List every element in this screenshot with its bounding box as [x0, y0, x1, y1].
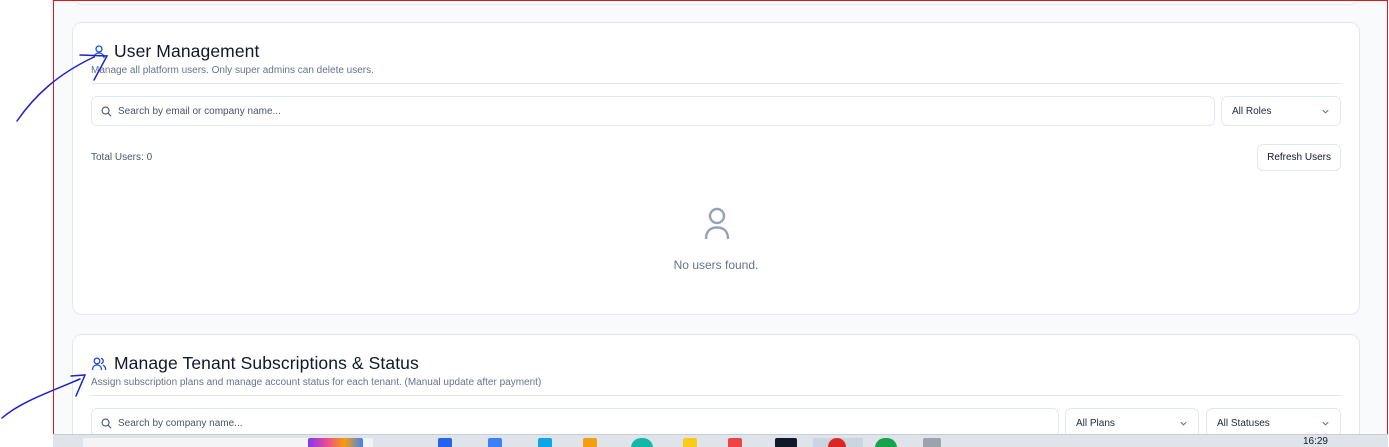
plan-filter-value: All Plans — [1076, 417, 1115, 429]
empty-state-message: No users found. — [673, 258, 759, 272]
company-search-placeholder: Search by company name... — [118, 417, 243, 429]
user-management-card: User Management Manage all platform user… — [72, 22, 1360, 315]
taskbar-app-icon[interactable] — [923, 438, 941, 447]
refresh-users-button[interactable]: Refresh Users — [1257, 144, 1341, 171]
app-frame: User Management Manage all platform user… — [53, 0, 1388, 447]
tenant-subscriptions-description: Assign subscription plans and manage acc… — [91, 377, 542, 388]
role-filter-select[interactable]: All Roles — [1221, 96, 1341, 126]
user-management-header: User Management — [91, 41, 259, 62]
user-management-description: Manage all platform users. Only super ad… — [91, 65, 374, 76]
taskbar-app-icon[interactable] — [583, 438, 597, 447]
role-filter-value: All Roles — [1232, 105, 1272, 117]
tenant-subscriptions-card: Manage Tenant Subscriptions & Status Ass… — [72, 334, 1360, 446]
tenant-subscriptions-header: Manage Tenant Subscriptions & Status — [91, 353, 419, 374]
taskbar-app-icon[interactable] — [775, 438, 797, 447]
taskbar-app-icon[interactable] — [488, 438, 502, 447]
user-icon — [704, 207, 730, 240]
taskbar-app-icon[interactable] — [438, 438, 452, 447]
divider — [91, 83, 1341, 84]
taskbar-app-icon[interactable] — [728, 438, 742, 447]
taskbar-app-icon[interactable] — [875, 438, 897, 447]
user-search-placeholder: Search by email or company name... — [118, 105, 281, 117]
divider — [91, 395, 1341, 396]
taskbar-clock: 16:29 — [1302, 436, 1328, 447]
os-taskbar: 16:29 — [53, 434, 1388, 447]
search-icon — [101, 106, 112, 116]
tenant-subscriptions-title: Manage Tenant Subscriptions & Status — [114, 353, 419, 373]
previous-card-edge — [72, 1, 1360, 5]
users-icon — [91, 357, 107, 370]
chevron-down-icon — [1322, 109, 1329, 114]
user-search-input[interactable]: Search by email or company name... — [91, 96, 1215, 126]
chevron-down-icon — [1180, 421, 1187, 426]
user-icon — [93, 44, 105, 58]
status-filter-value: All Statuses — [1217, 417, 1270, 429]
search-icon — [101, 418, 112, 428]
taskbar-app-icon[interactable] — [631, 438, 653, 447]
user-management-title: User Management — [114, 41, 260, 61]
chevron-down-icon — [1322, 421, 1329, 426]
total-users-count: Total Users: 0 — [91, 152, 153, 163]
taskbar-widget-icon[interactable] — [308, 438, 363, 447]
taskbar-app-icon[interactable] — [538, 438, 552, 447]
taskbar-app-icon[interactable] — [683, 438, 697, 447]
